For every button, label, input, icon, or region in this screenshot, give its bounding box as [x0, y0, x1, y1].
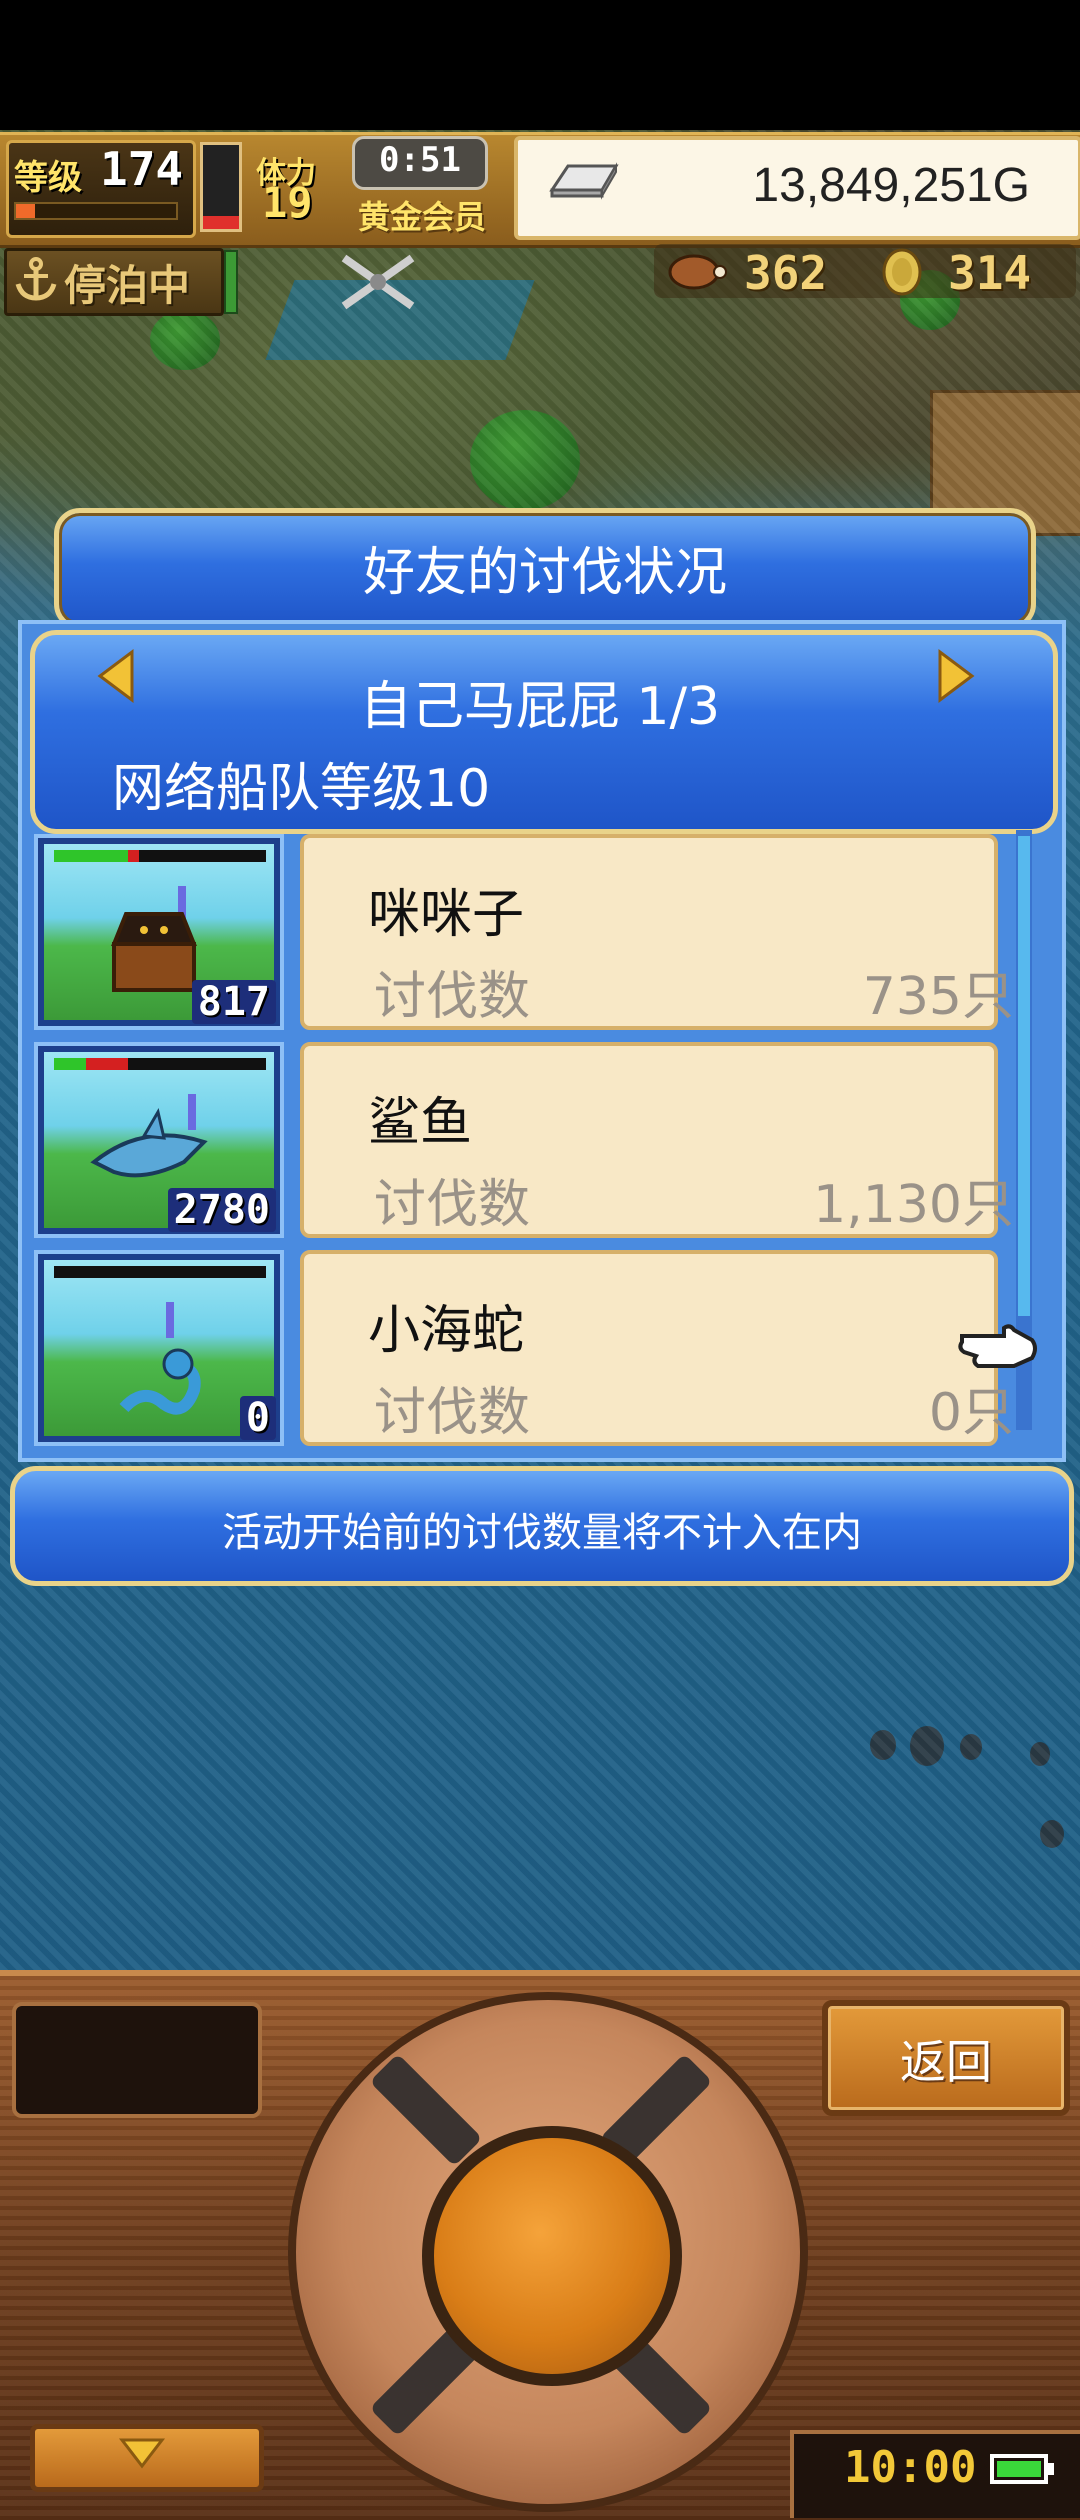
gold-member-label[interactable]: 黄金会员	[352, 192, 492, 238]
monster-name: 咪咪子	[368, 885, 525, 945]
kill-count-value: 0只	[928, 1383, 1014, 1443]
hp-green-segment	[54, 850, 129, 862]
hp-red-segment	[85, 1058, 129, 1070]
monster-hp-bar	[54, 1266, 266, 1278]
map-rock	[1030, 1742, 1050, 1766]
friend-name: 自己马屁屁 1/3	[359, 677, 721, 737]
chevron-down-icon	[118, 2438, 166, 2469]
dock-status-bar	[224, 250, 238, 314]
wood-coin-icon	[882, 248, 922, 296]
action-button[interactable]	[422, 2126, 682, 2386]
notice-text: 活动开始前的讨伐数量将不计入在内	[222, 1510, 862, 1556]
monster-hp-fill	[54, 1266, 266, 1278]
monster-hp-bar	[54, 850, 266, 862]
pointer-hand-icon	[958, 1324, 1037, 1368]
panel-screen	[12, 2002, 262, 2118]
map-rock	[870, 1730, 896, 1760]
dialog-title: 好友的讨伐状况	[362, 543, 727, 603]
wood-count: 314	[948, 246, 1032, 300]
stamina-gauge	[200, 142, 242, 232]
monster-count: 0	[239, 1396, 276, 1440]
monster-name: 鲨鱼	[368, 1093, 473, 1153]
level-progress-bar	[14, 202, 178, 220]
meat-icon	[668, 254, 727, 290]
kill-count-value: 1,130只	[813, 1175, 1014, 1235]
battery-icon	[990, 2454, 1054, 2484]
anchor-icon	[15, 257, 57, 301]
stamina-gauge-fill	[203, 216, 239, 229]
kill-count-value: 735只	[862, 967, 1014, 1027]
monster-row[interactable]: 817 咪咪子 讨伐数 735只	[34, 834, 1034, 1030]
map-tree	[470, 410, 580, 510]
monster-count: 817	[191, 980, 276, 1024]
map-rock	[1040, 1820, 1064, 1848]
map-tree	[150, 310, 220, 370]
hp-red-segment	[128, 850, 139, 862]
hp-green-segment	[54, 1058, 86, 1070]
dock-status-text: 停泊中	[64, 261, 191, 310]
sea-snake-monster-icon	[119, 1302, 201, 1415]
game-clock: 10:00	[844, 2442, 977, 2493]
timer-text: 0:51	[379, 140, 461, 180]
map-rock	[960, 1734, 982, 1760]
dpad-spoke	[369, 2053, 483, 2167]
monster-count: 2780	[167, 1188, 276, 1232]
monster-thumbnail: 0	[34, 1250, 284, 1446]
kill-count-label: 讨伐数	[374, 1175, 531, 1235]
monster-hp-fill	[54, 850, 266, 862]
monster-row[interactable]: 0 小海蛇 讨伐数 0只	[34, 1250, 1034, 1446]
map-rock	[910, 1726, 944, 1766]
stamina-value: 19	[262, 178, 313, 227]
monster-thumbnail: 2780	[34, 1042, 284, 1238]
top-black-bar	[0, 0, 1080, 130]
level-progress-fill	[16, 204, 36, 218]
gold-amount: 13,849,251G	[752, 159, 1030, 212]
silver-bar-icon	[549, 162, 619, 200]
level-label: 等级	[14, 158, 82, 198]
kill-count-label: 讨伐数	[374, 967, 531, 1027]
crossed-swords-icon[interactable]	[330, 248, 426, 316]
monster-name: 小海蛇	[368, 1301, 525, 1361]
monster-hp-fill	[54, 1058, 266, 1070]
next-friend-arrow-icon[interactable]	[934, 648, 976, 704]
kill-count-label: 讨伐数	[374, 1383, 531, 1443]
previous-friend-arrow-icon[interactable]	[96, 648, 138, 704]
list-scrollbar-thumb[interactable]	[1018, 836, 1030, 1316]
shark-monster-icon	[90, 1094, 208, 1178]
monster-row[interactable]: 2780 鲨鱼 讨伐数 1,130只	[34, 1042, 1034, 1238]
fleet-level: 网络船队等级10	[112, 759, 491, 819]
back-button-label[interactable]: 返回	[822, 2026, 1070, 2092]
food-count: 362	[744, 246, 828, 300]
monster-hp-bar	[54, 1058, 266, 1070]
level-value: 174	[100, 142, 184, 196]
treasure-chest-monster-icon	[111, 886, 197, 992]
monster-thumbnail: 817	[34, 834, 284, 1030]
